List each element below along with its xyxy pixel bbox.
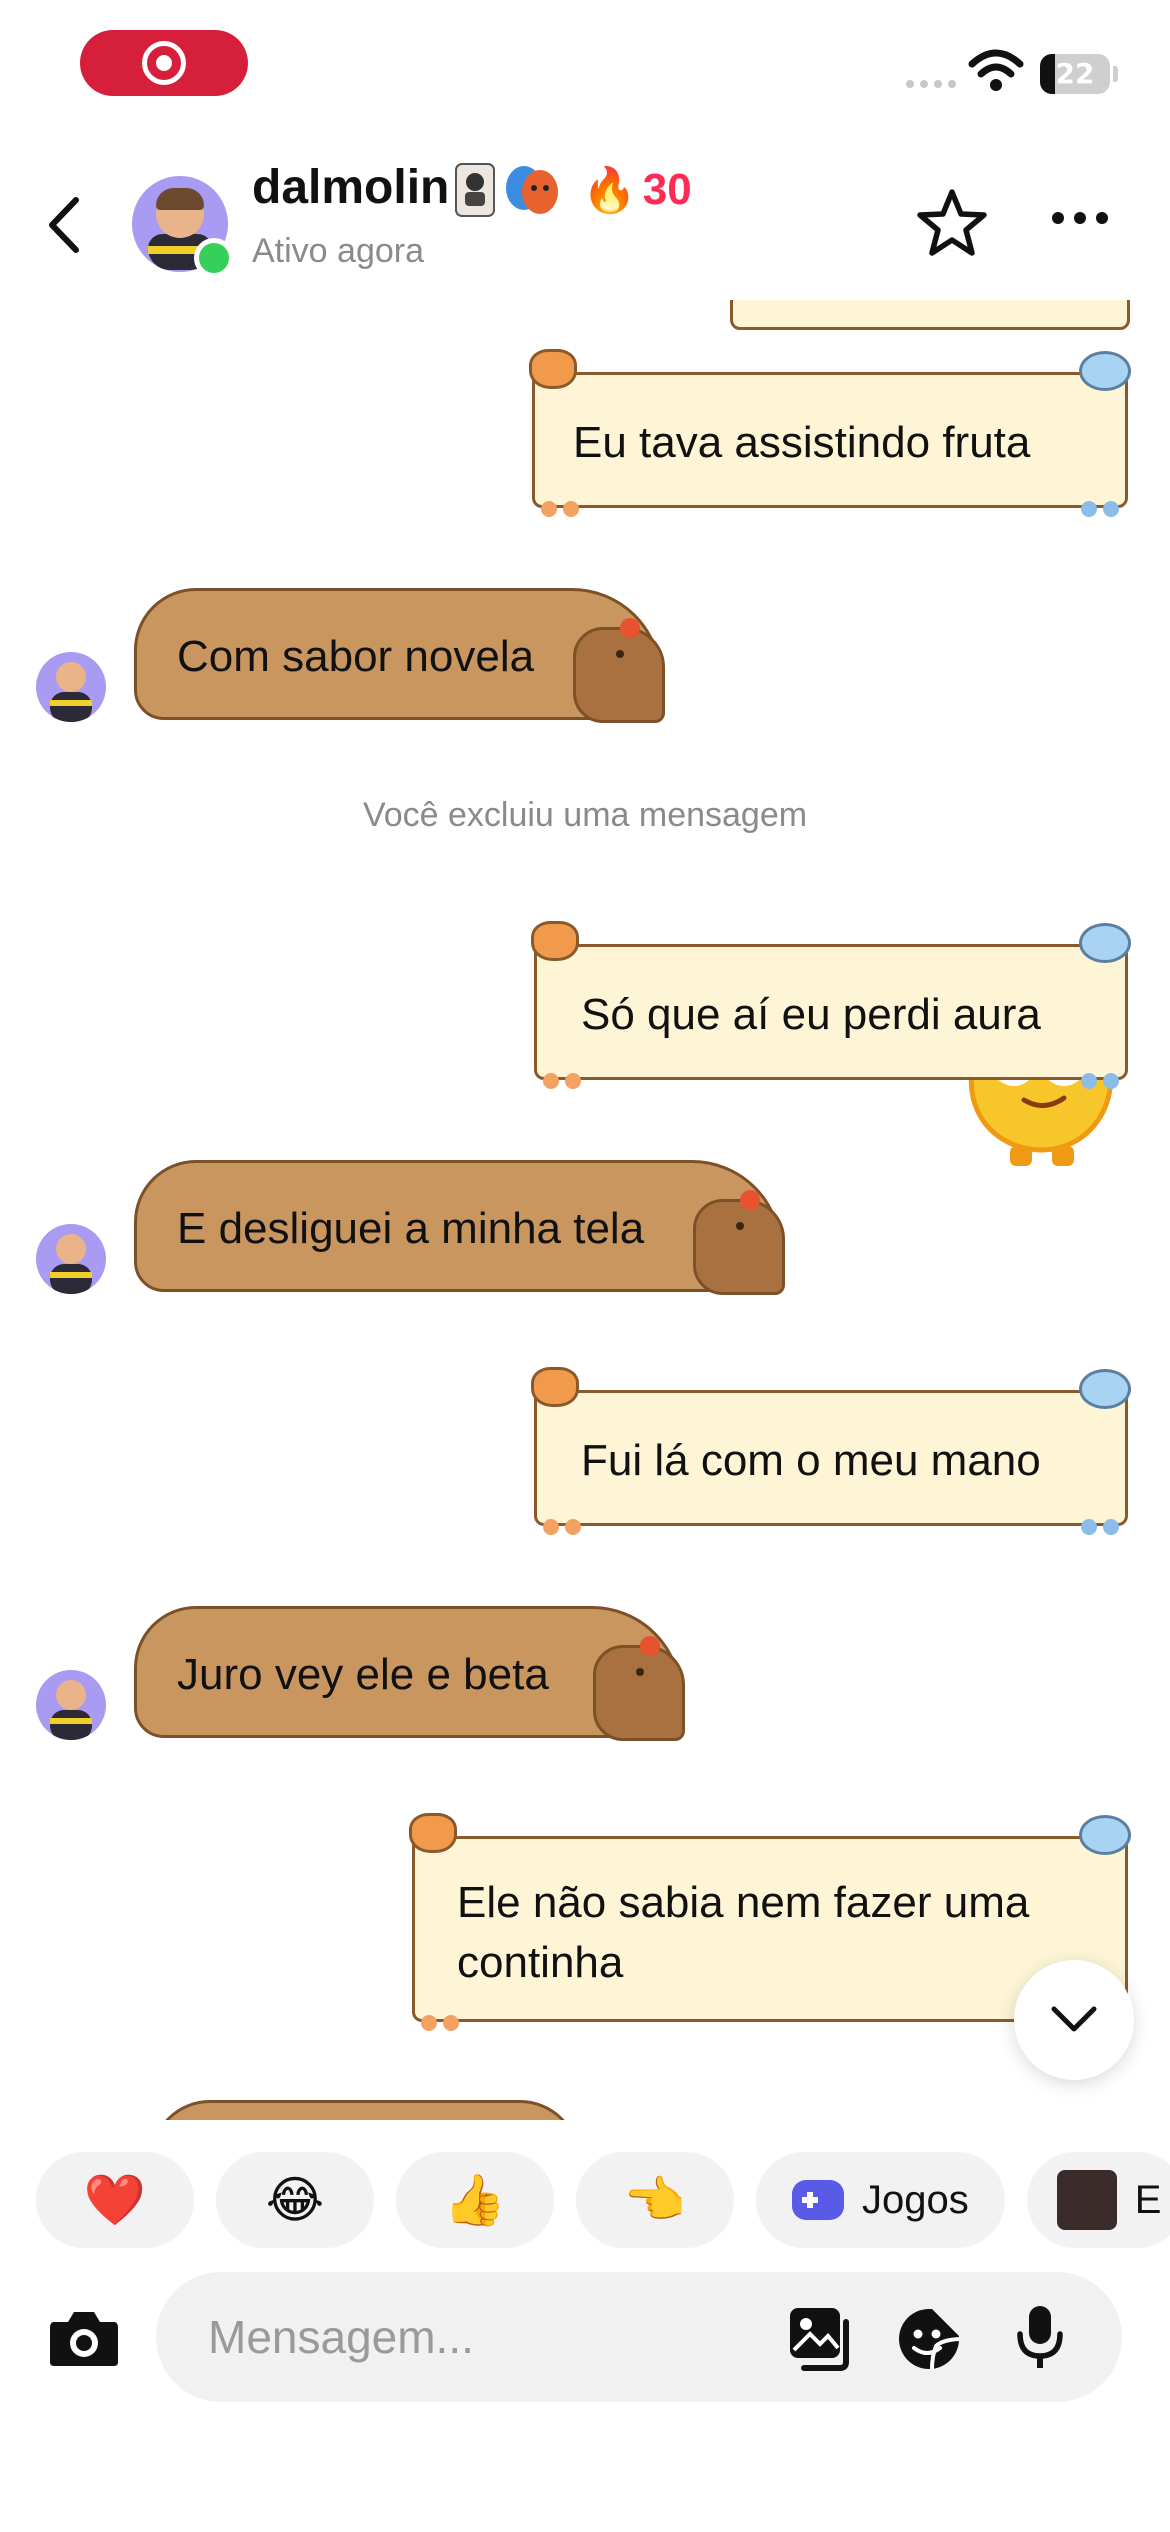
- scroll-to-bottom-button[interactable]: [1014, 1960, 1134, 2080]
- received-message-partial: [150, 2100, 580, 2120]
- streak-count: 30: [642, 165, 692, 214]
- quick-reaction-thumbs-up[interactable]: 👍: [396, 2152, 554, 2248]
- microphone-icon[interactable]: [1014, 2302, 1066, 2372]
- sender-avatar[interactable]: [36, 652, 106, 722]
- online-indicator: [194, 238, 234, 278]
- jester-card-badge-icon: [455, 163, 495, 217]
- message-text: Com sabor novela: [177, 632, 535, 681]
- sent-message[interactable]: Eu tava assistindo fruta: [529, 349, 1131, 517]
- chat-screen: 22 dalmolin 🔥 30 Ativo agora Eu tava ass…: [0, 0, 1170, 2532]
- battery-cap: [1113, 66, 1118, 82]
- effects-chip[interactable]: E: [1026, 2152, 1170, 2248]
- message-text: Só que aí eu perdi aura: [581, 990, 1041, 1039]
- contact-name[interactable]: dalmolin: [252, 160, 449, 215]
- camera-icon[interactable]: [46, 2306, 122, 2370]
- more-options-icon[interactable]: [1052, 212, 1108, 224]
- sent-message[interactable]: Só que aí eu perdi aura: [531, 921, 1131, 1089]
- deleted-message-note: Você excluiu uma mensagem: [362, 796, 808, 834]
- message-text-line-2: continha: [457, 1938, 624, 1987]
- sent-message[interactable]: Fui lá com o meu mano: [531, 1367, 1131, 1535]
- message-text: Juro vey ele e beta: [177, 1650, 549, 1699]
- sender-avatar[interactable]: [36, 1224, 106, 1294]
- message-text: Fui lá com o meu mano: [581, 1436, 1041, 1485]
- message-input[interactable]: [208, 2272, 808, 2402]
- message-list[interactable]: Eu tava assistindo fruta Com sabor novel…: [0, 300, 1170, 2120]
- star-icon[interactable]: [914, 186, 990, 262]
- quick-reaction-bar: ❤️ 😂 👍 👈 Jogos E: [36, 2152, 1170, 2248]
- quick-reaction-point-left[interactable]: 👈: [576, 2152, 734, 2248]
- streak-fire-icon: 🔥: [582, 166, 637, 215]
- thumbs-up-icon: 👍: [443, 2171, 507, 2229]
- games-label: Jogos: [862, 2177, 969, 2222]
- received-message[interactable]: Com sabor novela: [134, 588, 665, 723]
- quick-reaction-laugh[interactable]: 😂: [216, 2152, 374, 2248]
- message-bubble-partial: [730, 300, 1130, 330]
- effect-thumbnail: [1056, 2170, 1117, 2230]
- contact-badges: 🔥 30: [454, 162, 692, 218]
- received-message[interactable]: E desliguei a minha tela: [134, 1160, 785, 1295]
- battery-level: 22: [1055, 57, 1095, 90]
- heart-icon: ❤️: [83, 2171, 147, 2229]
- games-chip[interactable]: Jogos: [756, 2152, 1005, 2248]
- cellular-signal-icon: [906, 80, 956, 88]
- sticker-emoji-icon[interactable]: [896, 2306, 962, 2372]
- contact-status: Ativo agora: [252, 232, 424, 270]
- quick-reaction-heart[interactable]: ❤️: [36, 2152, 194, 2248]
- contact-avatar[interactable]: [132, 176, 234, 278]
- screen-recording-indicator[interactable]: [80, 30, 248, 96]
- battery-icon: 22: [1040, 54, 1110, 94]
- sender-avatar[interactable]: [36, 1670, 106, 1740]
- gamepad-icon: [792, 2180, 844, 2220]
- theater-masks-icon: [506, 166, 558, 214]
- back-arrow-icon[interactable]: [40, 190, 92, 260]
- chevron-down-icon: [1051, 2006, 1097, 2032]
- message-text-line-1: Ele não sabia nem fazer uma: [457, 1878, 1030, 1927]
- record-icon: [142, 41, 186, 85]
- laughing-face-icon: 😂: [265, 2171, 325, 2229]
- received-message[interactable]: Juro vey ele e beta: [134, 1606, 685, 1741]
- message-composer[interactable]: [156, 2272, 1122, 2402]
- effects-label: E: [1134, 2177, 1162, 2222]
- wifi-icon: [968, 49, 1024, 91]
- pointing-hand-icon: 👈: [623, 2171, 687, 2229]
- message-text: Eu tava assistindo fruta: [573, 418, 1031, 467]
- message-text: E desliguei a minha tela: [177, 1204, 645, 1253]
- gallery-icon[interactable]: [786, 2304, 856, 2374]
